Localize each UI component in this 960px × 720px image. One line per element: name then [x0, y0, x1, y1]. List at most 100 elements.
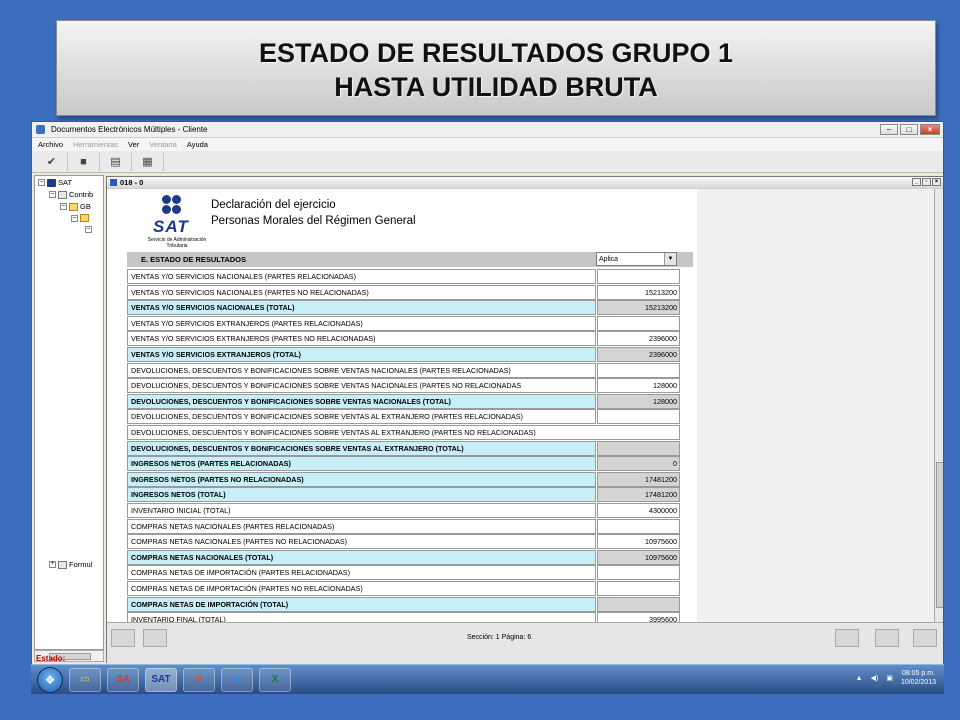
row-value-field[interactable]: [597, 581, 680, 596]
network-icon[interactable]: ▣: [886, 674, 893, 682]
maximize-button[interactable]: □: [900, 124, 918, 135]
row-value-field[interactable]: 128000: [597, 378, 680, 394]
form-statusbar: Sección: 1 Página: 6: [107, 622, 943, 663]
start-button[interactable]: ❖: [37, 666, 63, 693]
row-value-field: 17481200: [597, 487, 680, 503]
menu-ayuda[interactable]: Ayuda: [187, 140, 208, 149]
form-row: VENTAS Y/O SERVICIOS EXTRANJEROS (PARTES…: [127, 331, 680, 347]
taskbar-sa-icon[interactable]: SA: [107, 667, 139, 692]
form-title: Declaración del ejercicio: [211, 199, 336, 211]
collapse-icon[interactable]: –: [85, 226, 92, 233]
row-value-field[interactable]: 3995600: [597, 612, 680, 622]
show-hidden-icon[interactable]: ▲: [856, 675, 863, 682]
close-button[interactable]: ×: [920, 124, 940, 135]
tree-panel: – SAT – Contrib – GB – – + Formul: [34, 175, 104, 650]
tree-node-formul[interactable]: + Formul: [49, 560, 92, 569]
row-value-field[interactable]: [597, 362, 680, 378]
aplica-value: Aplica: [599, 255, 619, 263]
form-vscrollbar[interactable]: [934, 189, 943, 622]
chevron-down-icon[interactable]: ▼: [664, 253, 676, 265]
row-label: COMPRAS NETAS NACIONALES (PARTES RELACIO…: [127, 518, 596, 534]
form-row: DEVOLUCIONES, DESCUENTOS Y BONIFICACIONE…: [127, 440, 680, 457]
row-value-field: 17481200: [597, 471, 680, 487]
prev-page-button[interactable]: [143, 629, 167, 647]
row-value-field[interactable]: 2396000: [597, 331, 680, 347]
collapse-icon[interactable]: –: [60, 203, 67, 210]
menu-ventana[interactable]: Ventana: [149, 140, 177, 149]
tree-node-contrib[interactable]: – Contrib: [49, 190, 93, 199]
form-row: INVENTARIO FINAL (TOTAL) 3995600: [127, 612, 680, 622]
row-value-field[interactable]: [597, 518, 680, 534]
taskbar-powerpoint-icon[interactable]: P: [183, 667, 215, 692]
section-page-indicator: Sección: 1 Página: 6: [467, 634, 532, 641]
form-row: INGRESOS NETOS (TOTAL) 17481200: [127, 487, 680, 503]
row-label: DEVOLUCIONES, DESCUENTOS Y BONIFICACIONE…: [127, 440, 596, 456]
form-page: SAT Servicio de Administración Tributari…: [107, 189, 697, 622]
row-value-field[interactable]: 4300000: [597, 503, 680, 518]
row-label: VENTAS Y/O SERVICIOS NACIONALES (PARTES …: [127, 284, 596, 300]
print-button[interactable]: [913, 629, 937, 647]
last-page-button[interactable]: [875, 629, 899, 647]
form-row: VENTAS Y/O SERVICIOS NACIONALES (TOTAL) 1…: [127, 300, 680, 316]
taskbar-sat-icon[interactable]: SAT: [145, 667, 177, 692]
row-label: COMPRAS NETAS DE IMPORTACIÓN (PARTES REL…: [127, 565, 596, 581]
minimize-button[interactable]: –: [880, 124, 898, 135]
slide-title-line1: ESTADO DE RESULTADOS GRUPO 1: [258, 38, 734, 68]
form-row: COMPRAS NETAS DE IMPORTACIÓN (TOTAL): [127, 596, 680, 613]
row-value-field[interactable]: [597, 269, 680, 284]
tree-node-gb[interactable]: – GB: [60, 202, 91, 211]
tree-node-folder[interactable]: –: [71, 214, 89, 222]
form-row: VENTAS Y/O SERVICIOS NACIONALES (PARTES …: [127, 284, 680, 301]
slide-title-line2: HASTA UTILIDAD BRUTA: [334, 72, 658, 102]
doc-minimize-button[interactable]: _: [912, 178, 921, 186]
taskbar: ❖ ▭ SA SAT P e X ▲ ◀) ▣ 08:05 p.m. 10/02…: [31, 664, 944, 694]
clock[interactable]: 08:05 p.m. 10/02/2013: [901, 669, 936, 687]
form-row: COMPRAS NETAS NACIONALES (PARTES NO RELA…: [127, 534, 680, 550]
document-titlebar: 018 - 0 _ ▫ ×: [107, 177, 943, 188]
row-label: INGRESOS NETOS (PARTES NO RELACIONADAS): [127, 471, 596, 487]
check-icon[interactable]: ✔: [36, 152, 68, 171]
collapse-icon[interactable]: –: [38, 179, 45, 186]
menu-herramientas[interactable]: Herramientas: [73, 140, 118, 149]
tree-label: SAT: [58, 178, 73, 187]
row-value-field[interactable]: 10975600: [597, 534, 680, 550]
row-label: COMPRAS NETAS NACIONALES (TOTAL): [127, 549, 596, 565]
first-page-button[interactable]: [111, 629, 135, 647]
menu-archivo[interactable]: Archivo: [38, 140, 63, 149]
row-value-field[interactable]: [597, 315, 680, 331]
tree-node-sat[interactable]: – SAT: [38, 178, 72, 187]
row-value-field[interactable]: [597, 565, 680, 581]
sat-icon: [47, 178, 56, 187]
row-value-field: [597, 596, 680, 612]
next-page-button[interactable]: [835, 629, 859, 647]
taskbar-excel-icon[interactable]: X: [259, 667, 291, 692]
tree-node-leaf[interactable]: –: [85, 226, 92, 233]
row-value-field[interactable]: [597, 409, 680, 425]
doc-restore-button[interactable]: ▫: [922, 178, 931, 186]
row-label: INVENTARIO INICIAL (TOTAL): [127, 503, 596, 518]
stack-icon[interactable]: ▦: [132, 152, 164, 171]
form-row: COMPRAS NETAS DE IMPORTACIÓN (PARTES REL…: [127, 565, 680, 581]
collapse-icon[interactable]: –: [71, 214, 78, 222]
collapse-icon[interactable]: –: [49, 191, 56, 198]
taskbar-ie-icon[interactable]: e: [221, 667, 253, 692]
document-icon[interactable]: ▤: [100, 152, 132, 171]
aplica-select[interactable]: Aplica ▼: [596, 252, 677, 266]
row-value-field: 10975600: [597, 549, 680, 565]
document-window: 018 - 0 _ ▫ × SAT Servicio de Administra…: [106, 176, 943, 663]
menu-ver[interactable]: Ver: [128, 140, 139, 149]
doc-close-button[interactable]: ×: [932, 178, 941, 186]
sat-logo: SAT Servicio de Administración Tributari…: [145, 195, 209, 253]
taskbar-explorer-icon[interactable]: ▭: [69, 667, 101, 692]
row-value-field[interactable]: 15213200: [597, 284, 680, 300]
lock-icon[interactable]: ■: [68, 152, 100, 171]
system-tray: ▲ ◀) ▣ 08:05 p.m. 10/02/2013: [856, 669, 936, 687]
side-pane: [697, 189, 934, 622]
expand-icon[interactable]: +: [49, 561, 56, 568]
slide-title-banner: ESTADO DE RESULTADOS GRUPO 1 HASTA UTILI…: [56, 20, 936, 116]
form-row: INVENTARIO INICIAL (TOTAL) 4300000: [127, 503, 680, 519]
folder-icon: [69, 202, 78, 211]
form-row: INGRESOS NETOS (PARTES RELACIONADAS) 0: [127, 456, 680, 472]
volume-icon[interactable]: ◀): [871, 674, 879, 682]
row-label: COMPRAS NETAS DE IMPORTACIÓN (TOTAL): [127, 596, 596, 612]
